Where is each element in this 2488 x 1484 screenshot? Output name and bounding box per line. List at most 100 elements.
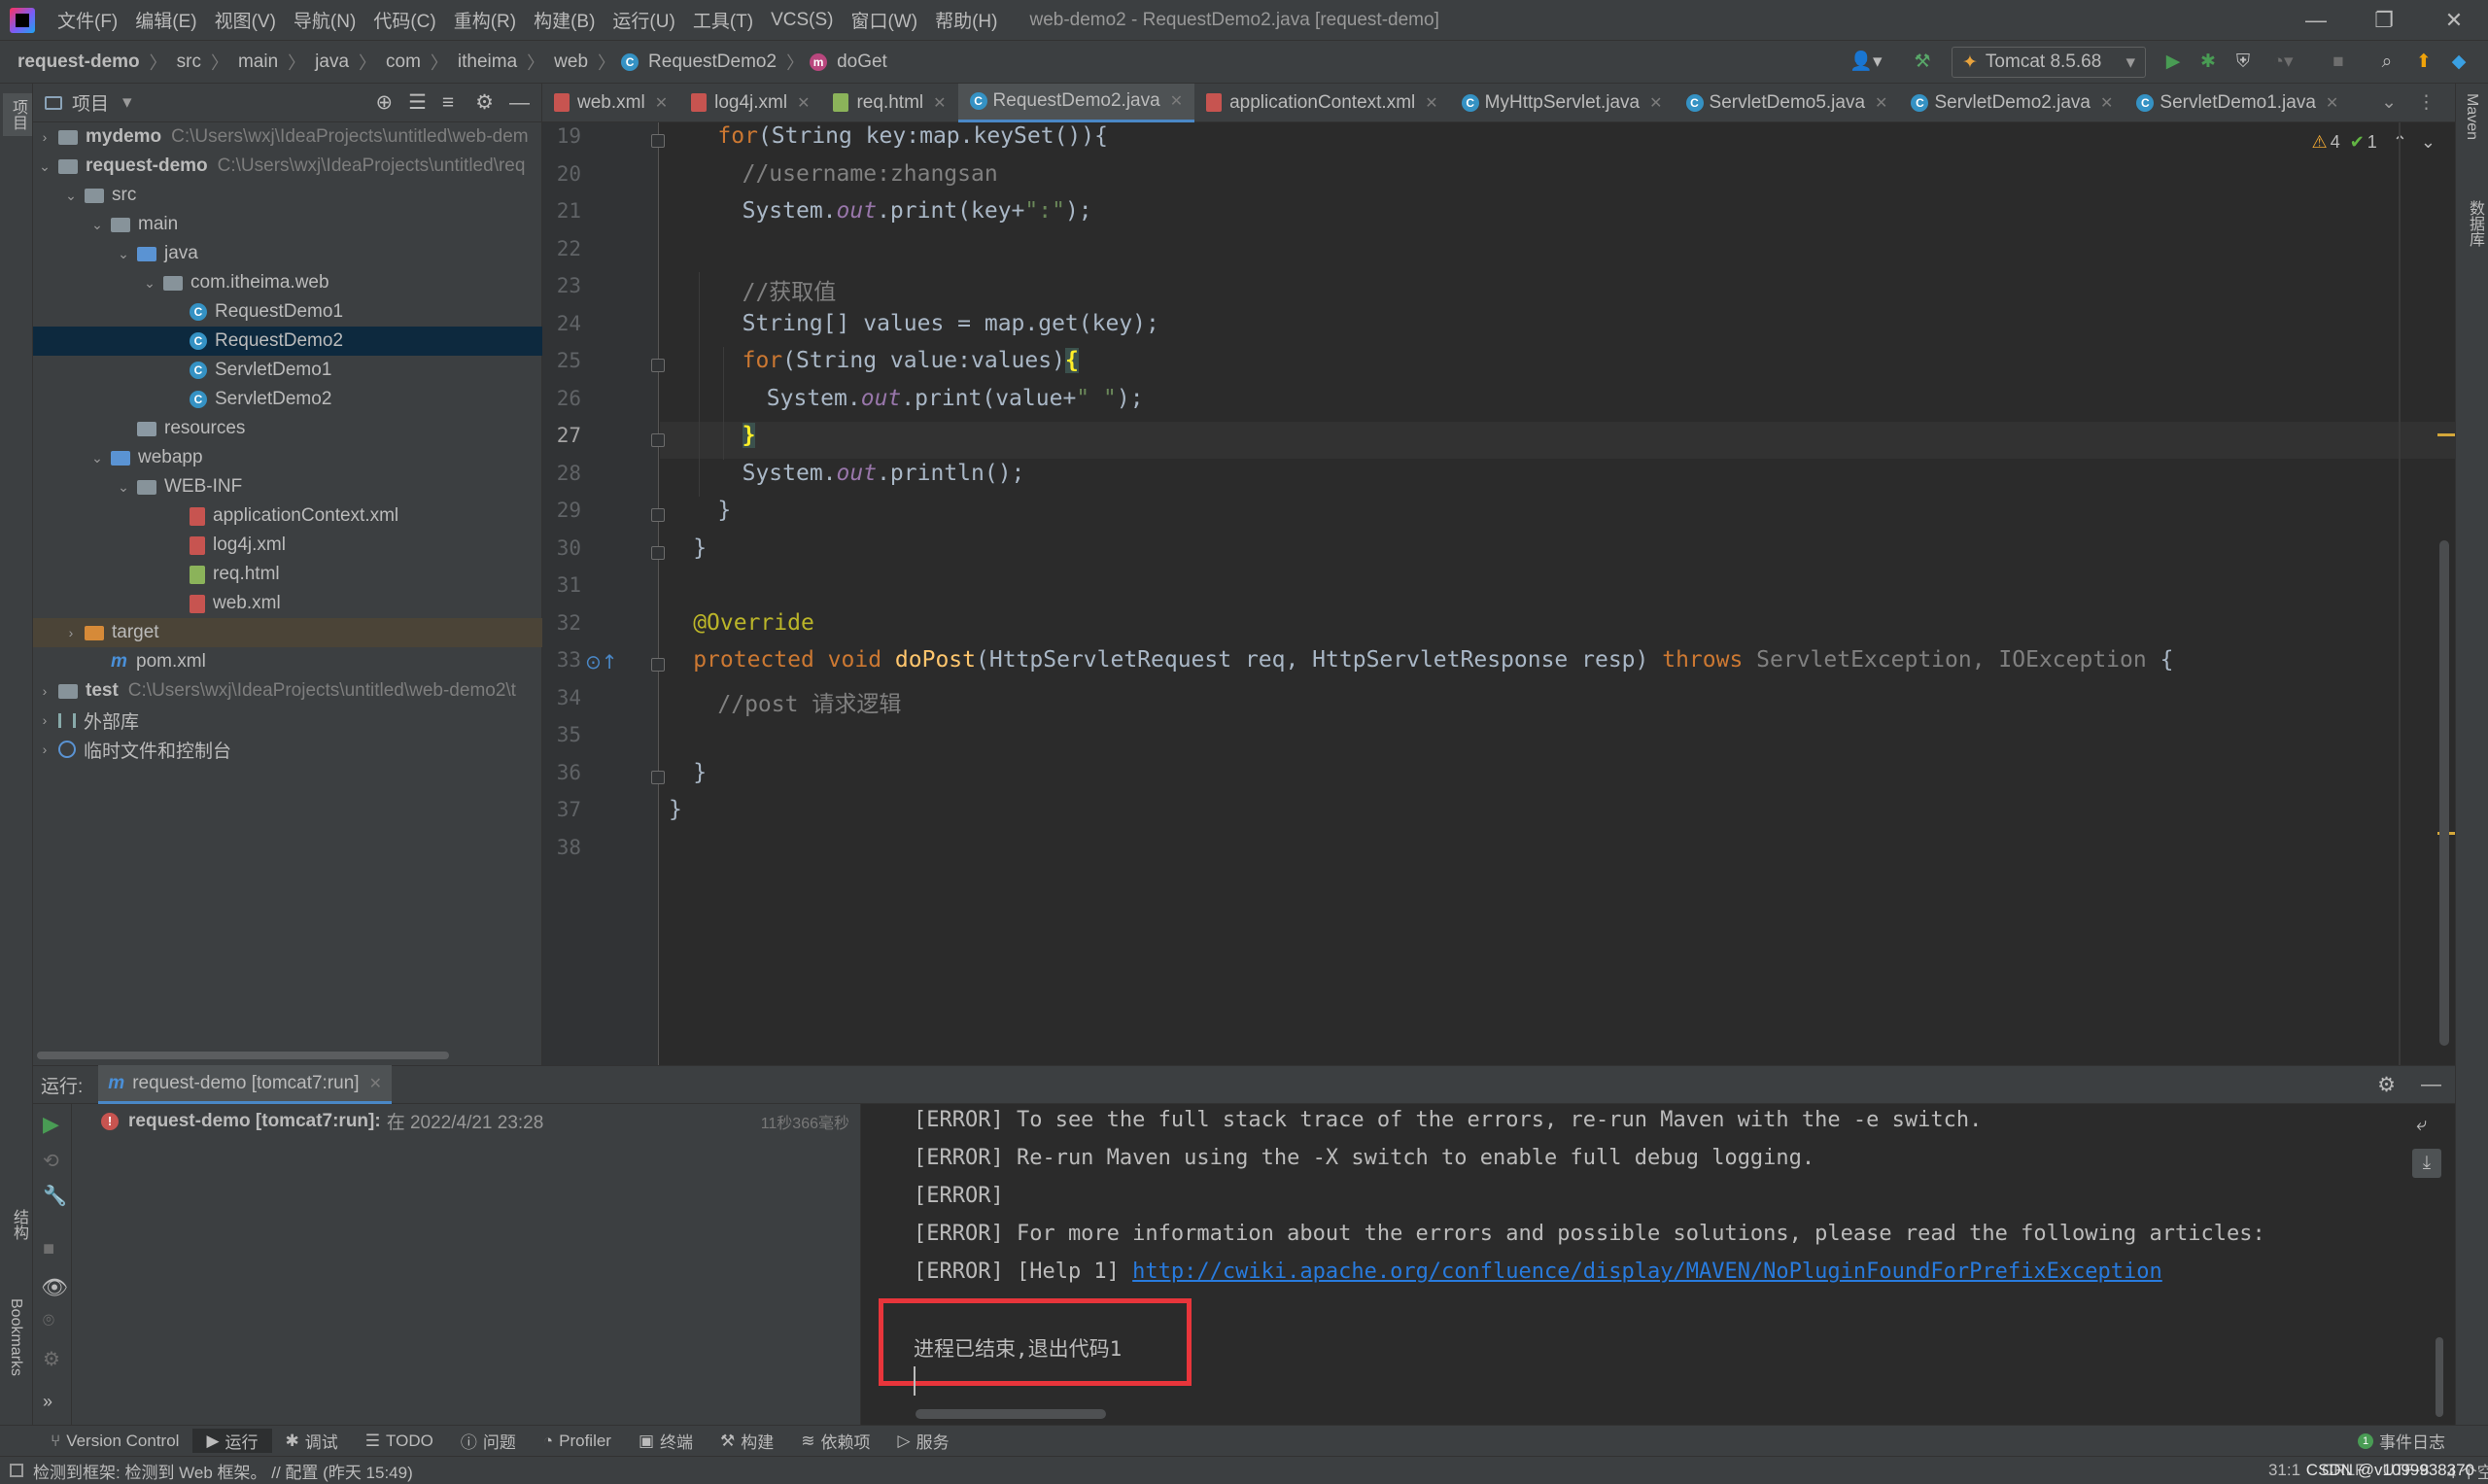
- line-number[interactable]: 19: [542, 124, 581, 148]
- tool-run[interactable]: ▶ 运行: [192, 1429, 272, 1453]
- build-hammer-icon[interactable]: ⚒: [1907, 47, 1938, 78]
- menu-item[interactable]: 构建(B): [525, 7, 604, 33]
- minimize-button[interactable]: —: [2282, 0, 2350, 41]
- help-link[interactable]: http://cwiki.apache.org/confluence/displ…: [1132, 1260, 2162, 1284]
- eye-icon[interactable]: 👁: [41, 1275, 68, 1300]
- close-icon[interactable]: ✕: [1649, 93, 1662, 113]
- profile-icon[interactable]: ◔▾: [2263, 47, 2303, 78]
- tree-item[interactable]: ⌄ src: [33, 181, 542, 210]
- chevron-right-icon[interactable]: ›: [37, 712, 52, 728]
- menu-item[interactable]: 运行(U): [604, 7, 683, 33]
- close-icon[interactable]: ✕: [369, 1074, 382, 1093]
- gear-icon[interactable]: ⚙: [475, 90, 494, 115]
- fold-marker-icon[interactable]: [651, 545, 665, 560]
- override-method-icon[interactable]: ⊙↑: [585, 650, 618, 673]
- fold-marker-icon[interactable]: [651, 508, 665, 522]
- line-number[interactable]: 28: [542, 462, 581, 485]
- menu-item[interactable]: VCS(S): [762, 10, 842, 31]
- editor-tab[interactable]: web.xml ✕: [542, 84, 679, 122]
- editor-tab[interactable]: C ServletDemo5.java ✕: [1675, 84, 1900, 122]
- console-horizontal-scrollbar[interactable]: [916, 1409, 1106, 1419]
- close-icon[interactable]: ✕: [655, 93, 668, 113]
- code-line[interactable]: }: [693, 535, 707, 561]
- chevron-down-icon[interactable]: ⌄: [116, 246, 131, 262]
- settings-icon[interactable]: ⚙: [43, 1347, 60, 1371]
- maven-tool-tab[interactable]: Maven: [2463, 93, 2480, 140]
- close-button[interactable]: ✕: [2420, 0, 2488, 41]
- chevron-right-icon[interactable]: ›: [37, 683, 52, 699]
- more-icon[interactable]: »: [43, 1392, 52, 1412]
- tab-list-chevron-icon[interactable]: ⌄: [2381, 91, 2397, 114]
- code-line[interactable]: }: [717, 498, 731, 523]
- run-configuration-select[interactable]: ✦ Tomcat 8.5.68 ▾: [1952, 47, 2146, 78]
- breadcrumb-java[interactable]: java: [311, 52, 353, 73]
- menu-item[interactable]: 视图(V): [206, 7, 285, 33]
- tree-item[interactable]: › mydemo C:\Users\wxj\IdeaProjects\untitle…: [33, 122, 542, 152]
- tree-item[interactable]: req.html: [33, 560, 542, 589]
- toolbox-icon[interactable]: ◆: [2443, 47, 2474, 78]
- line-number[interactable]: 29: [542, 499, 581, 522]
- tree-item[interactable]: C RequestDemo2: [33, 327, 542, 356]
- tool-terminal[interactable]: ▣ 终端: [625, 1429, 707, 1453]
- tool-debug[interactable]: ✱ 调试: [272, 1429, 352, 1453]
- line-number[interactable]: 34: [542, 686, 581, 709]
- chevron-down-icon[interactable]: ▾: [122, 91, 132, 114]
- line-number[interactable]: 36: [542, 761, 581, 784]
- code-line[interactable]: protected void doPost(HttpServletRequest…: [693, 647, 2173, 673]
- editor-tab[interactable]: C ServletDemo2.java ✕: [1899, 84, 2125, 122]
- menu-item[interactable]: 导航(N): [285, 7, 364, 33]
- tool-build[interactable]: ⚒ 构建: [707, 1429, 787, 1453]
- structure-tool-tab[interactable]: 结构: [7, 1209, 30, 1240]
- close-icon[interactable]: ✕: [2100, 93, 2113, 113]
- close-icon[interactable]: ✕: [1170, 91, 1183, 111]
- error-stripe-mark[interactable]: [2437, 433, 2455, 436]
- menu-item[interactable]: 窗口(W): [842, 7, 926, 33]
- tree-item[interactable]: log4j.xml: [33, 531, 542, 560]
- chevron-down-icon[interactable]: ⌄: [89, 217, 105, 233]
- chevron-right-icon[interactable]: ›: [37, 129, 52, 145]
- tree-item[interactable]: C ServletDemo1: [33, 356, 542, 385]
- fold-marker-icon[interactable]: [651, 658, 665, 672]
- debug-icon[interactable]: ✱: [2193, 47, 2224, 78]
- tree-item[interactable]: C RequestDemo1: [33, 297, 542, 327]
- tool-services[interactable]: ▷ 服务: [884, 1429, 963, 1453]
- tool-todo[interactable]: ☰ TODO: [352, 1432, 447, 1451]
- camera-icon[interactable]: ⌾: [43, 1310, 54, 1332]
- update-icon[interactable]: ⬆: [2408, 47, 2439, 78]
- fold-marker-icon[interactable]: [651, 359, 665, 372]
- close-icon[interactable]: ✕: [1875, 93, 1887, 113]
- breadcrumb-itheima[interactable]: itheima: [454, 52, 521, 73]
- tree-item[interactable]: web.xml: [33, 589, 542, 618]
- editor-tab[interactable]: applicationContext.xml ✕: [1194, 84, 1450, 122]
- breadcrumb-main[interactable]: main: [234, 52, 282, 73]
- tool-event-log[interactable]: 1 事件日志: [2344, 1429, 2459, 1453]
- breadcrumb-project[interactable]: request-demo: [14, 52, 144, 73]
- search-icon[interactable]: ⌕: [2371, 47, 2402, 78]
- menu-item[interactable]: 代码(C): [364, 7, 444, 33]
- fold-marker-icon[interactable]: [651, 134, 665, 148]
- stop-icon[interactable]: ■: [2325, 47, 2352, 78]
- line-number[interactable]: 26: [542, 387, 581, 410]
- next-highlight-icon[interactable]: ⌄: [2421, 132, 2436, 153]
- run-icon[interactable]: ▶: [2158, 47, 2189, 78]
- line-number[interactable]: 30: [542, 536, 581, 560]
- status-message[interactable]: 检测到框架: 检测到 Web 框架。 // 配置 (昨天 15:49): [33, 1459, 413, 1483]
- tool-problems[interactable]: ⓘ 问题: [447, 1429, 530, 1453]
- database-tool-tab[interactable]: 数据库: [2463, 200, 2486, 247]
- code-line[interactable]: //username:zhangsan: [743, 161, 998, 187]
- line-number[interactable]: 31: [542, 573, 581, 597]
- code-line[interactable]: for(String key:map.keySet()){: [717, 123, 1108, 149]
- project-tool-tab[interactable]: 项目: [3, 93, 32, 136]
- console-output[interactable]: [ERROR] To see the full stack trace of t…: [861, 1104, 2455, 1425]
- tree-item[interactable]: resources: [33, 414, 542, 443]
- tree-item[interactable]: applicationContext.xml: [33, 501, 542, 531]
- status-toggle-icon[interactable]: [10, 1464, 23, 1477]
- code-line[interactable]: System.out.print(value+" ");: [767, 386, 1144, 411]
- vertical-scrollbar[interactable]: [2439, 540, 2449, 1046]
- line-number[interactable]: 37: [542, 798, 581, 821]
- soft-wrap-icon[interactable]: ⤶: [2416, 1114, 2427, 1136]
- breadcrumb-class[interactable]: RequestDemo2: [644, 52, 780, 73]
- close-icon[interactable]: ✕: [1425, 93, 1437, 113]
- editor-tab[interactable]: req.html ✕: [821, 84, 957, 122]
- wrench-icon[interactable]: 🔧: [43, 1184, 67, 1208]
